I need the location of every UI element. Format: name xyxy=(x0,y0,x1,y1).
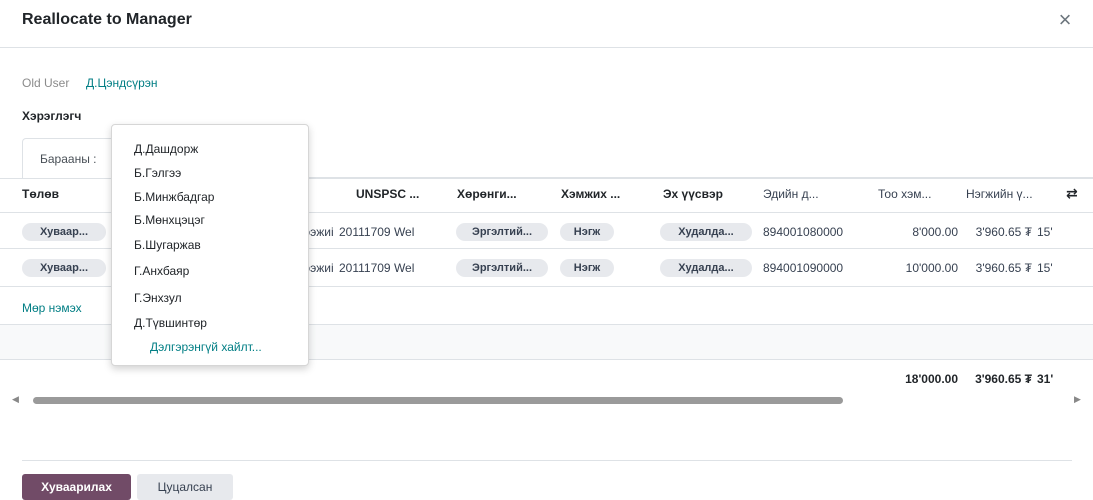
asset-badge: Эргэлтий... xyxy=(456,223,548,241)
total-cell: 15' xyxy=(1037,261,1053,275)
quantity-cell: 8'000.00 xyxy=(912,225,958,239)
unit-badge: Нэгж xyxy=(560,259,614,277)
dropdown-item[interactable]: Б.Минжбадгар xyxy=(134,190,214,204)
dialog-title: Reallocate to Manager xyxy=(22,11,192,28)
old-user-label: Old User xyxy=(22,76,70,90)
user-dropdown: Д.Дашдорж Б.Гэлгээ Б.Минжбадгар Б.Мөнхцэ… xyxy=(111,124,309,366)
source-badge: Худалда... xyxy=(660,223,752,241)
dropdown-item[interactable]: Б.Гэлгээ xyxy=(134,166,181,180)
column-header-asset[interactable]: Хөрөнги... xyxy=(457,187,517,201)
dropdown-item[interactable]: Г.Анхбаяр xyxy=(134,264,189,278)
dialog-header: Reallocate to Manager × xyxy=(0,0,1093,48)
search-more-link[interactable]: Дэлгэрэнгүй хайлт... xyxy=(150,340,262,354)
tab-products[interactable]: Барааны : xyxy=(22,138,117,179)
footer-divider xyxy=(22,460,1072,461)
column-header-source[interactable]: Эх үүсвэр xyxy=(663,187,723,201)
total-cell: 15' xyxy=(1037,225,1053,239)
cancel-button[interactable]: Цуцалсан xyxy=(137,474,233,500)
dropdown-item[interactable]: Д.Дашдорж xyxy=(134,142,198,156)
old-user-link[interactable]: Д.Цэндсүрэн xyxy=(86,76,158,90)
scroll-right-icon[interactable]: ▶ xyxy=(1074,394,1081,405)
total-unit-price: 3'960.65 ₮ xyxy=(975,372,1032,386)
column-header-asset-code[interactable]: Эдийн д... xyxy=(763,187,819,201)
status-badge: Хуваар... xyxy=(22,259,106,277)
asset-code-cell: 894001090000 xyxy=(763,261,844,275)
unspsc-cell: 20111709 Wel xyxy=(339,261,415,275)
scrollbar-thumb[interactable] xyxy=(33,397,843,404)
column-header-unit[interactable]: Хэмжих ... xyxy=(561,187,620,201)
close-icon[interactable]: × xyxy=(1054,9,1076,31)
asset-code-cell: 894001080000 xyxy=(763,225,844,239)
add-line-link[interactable]: Мөр нэмэх xyxy=(22,301,82,315)
allocate-button[interactable]: Хуваарилах xyxy=(22,474,131,500)
user-field-label: Хэрэглэгч xyxy=(22,109,82,123)
column-header-unit-price[interactable]: Нэгжийн ү... xyxy=(966,187,1033,201)
unit-price-cell: 3'960.65 ₮ xyxy=(975,225,1032,239)
unit-price-cell: 3'960.65 ₮ xyxy=(975,261,1032,275)
dropdown-item[interactable]: Г.Энхзул xyxy=(134,291,182,305)
unit-badge: Нэгж xyxy=(560,223,614,241)
dropdown-item[interactable]: Б.Шугаржав xyxy=(134,238,201,252)
scroll-left-icon[interactable]: ◀ xyxy=(12,394,19,405)
dropdown-item[interactable]: Д.Түвшинтөр xyxy=(134,316,207,330)
status-badge: Хуваар... xyxy=(22,223,106,241)
column-header-status[interactable]: Төлөв xyxy=(22,187,59,201)
column-header-quantity[interactable]: Тоо хэм... xyxy=(878,187,931,201)
source-badge: Худалда... xyxy=(660,259,752,277)
dropdown-item[interactable]: Б.Мөнхцэцэг xyxy=(134,213,205,227)
total-amount: 31' xyxy=(1037,372,1054,386)
total-quantity: 18'000.00 xyxy=(905,372,958,386)
unspsc-cell: 20111709 Wel xyxy=(339,225,415,239)
horizontal-scrollbar[interactable]: ◀ ▶ xyxy=(12,392,1081,406)
column-header-unspsc[interactable]: UNSPSC ... xyxy=(356,187,419,201)
column-settings-icon[interactable]: ⇄ xyxy=(1066,185,1078,202)
asset-badge: Эргэлтий... xyxy=(456,259,548,277)
quantity-cell: 10'000.00 xyxy=(905,261,958,275)
